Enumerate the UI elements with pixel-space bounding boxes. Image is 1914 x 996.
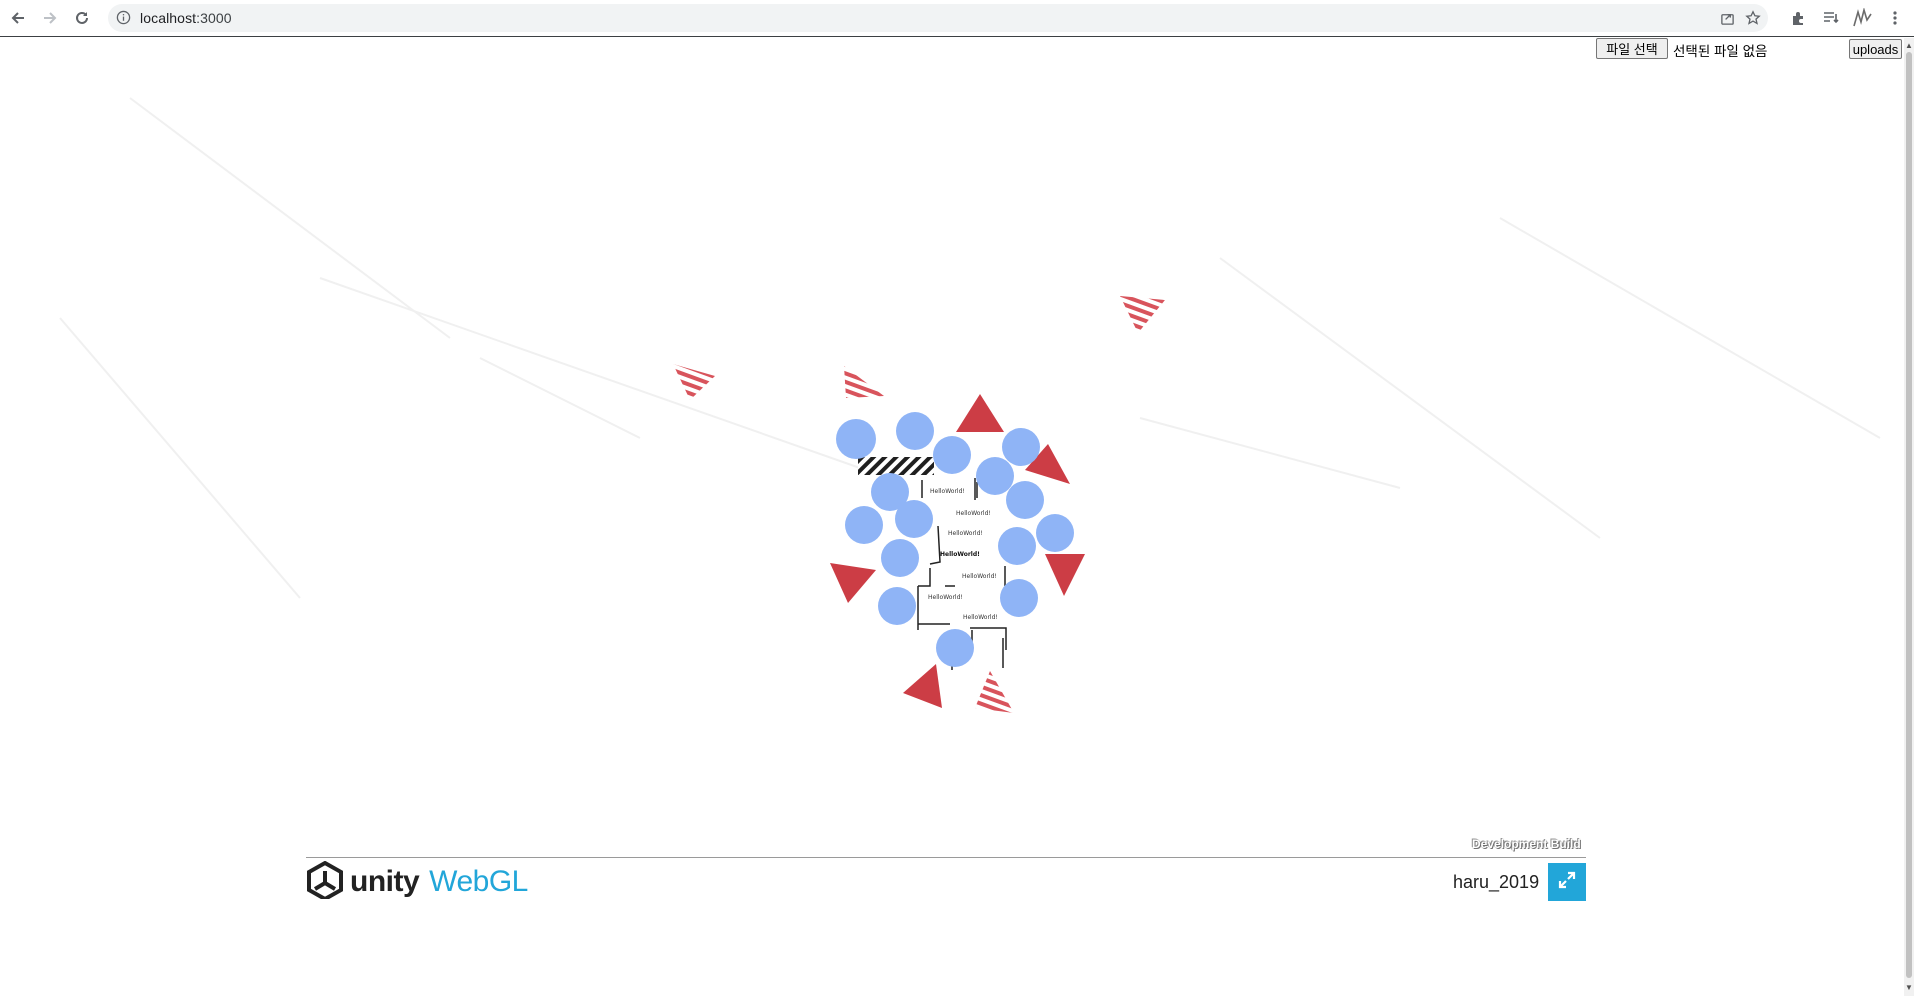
blue-circle bbox=[896, 412, 934, 450]
hello-label: HelloWorld! bbox=[963, 614, 998, 621]
scroll-down-icon[interactable]: ▼ bbox=[1904, 982, 1914, 994]
red-triangle bbox=[903, 664, 942, 708]
blue-circles bbox=[836, 412, 1074, 667]
address-bar[interactable]: localhost:3000 bbox=[108, 4, 1768, 32]
striped-pennant bbox=[975, 671, 1014, 713]
webgl-wordmark: WebGL bbox=[429, 865, 528, 898]
blue-circle bbox=[845, 506, 883, 544]
blue-circle bbox=[1002, 428, 1040, 466]
unity-wordmark: unity bbox=[350, 865, 420, 898]
hello-label: HelloWorld! bbox=[948, 530, 983, 537]
fullscreen-button[interactable] bbox=[1548, 863, 1586, 901]
hello-label: HelloWorld! bbox=[928, 594, 963, 601]
menu-icon[interactable] bbox=[1882, 5, 1908, 31]
url-text: localhost:3000 bbox=[140, 10, 232, 26]
blue-circle bbox=[1006, 481, 1044, 519]
development-build-label: Development Build bbox=[1472, 837, 1581, 851]
info-icon[interactable] bbox=[116, 10, 131, 30]
unity-canvas[interactable]: HelloWorld! HelloWorld! HelloWorld! Hell… bbox=[0, 38, 1900, 858]
unity-cube-icon bbox=[306, 860, 344, 904]
scrollbar-thumb[interactable] bbox=[1906, 52, 1912, 978]
striped-pennant bbox=[673, 364, 715, 400]
browser-toolbar: localhost:3000 bbox=[0, 0, 1914, 37]
hello-label: HelloWorld! bbox=[940, 551, 980, 558]
game-title: haru_2019 bbox=[1453, 872, 1540, 892]
share-icon[interactable] bbox=[1716, 9, 1738, 27]
blue-circle bbox=[878, 587, 916, 625]
blue-circle bbox=[895, 500, 933, 538]
blue-circle bbox=[998, 527, 1036, 565]
unity-webgl-logo: unity WebGL bbox=[306, 860, 528, 904]
red-triangle bbox=[830, 563, 876, 603]
extensions-icon[interactable] bbox=[1785, 5, 1811, 31]
reload-icon[interactable] bbox=[68, 4, 96, 32]
forward-icon[interactable] bbox=[36, 4, 64, 32]
black-stripe-tape bbox=[858, 457, 934, 475]
blue-circle bbox=[836, 419, 876, 459]
blue-circle bbox=[976, 457, 1014, 495]
scroll-up-icon[interactable]: ▲ bbox=[1904, 40, 1914, 52]
blue-circle bbox=[881, 539, 919, 577]
background-strokes bbox=[59, 97, 1881, 599]
fullscreen-icon bbox=[1558, 871, 1576, 894]
profile-icon[interactable] bbox=[1850, 5, 1876, 31]
red-triangle bbox=[956, 394, 1004, 432]
hello-label: HelloWorld! bbox=[930, 488, 965, 495]
star-icon[interactable] bbox=[1742, 9, 1764, 27]
blue-circle bbox=[933, 436, 971, 474]
striped-pennant bbox=[844, 366, 884, 398]
hello-label: HelloWorld! bbox=[962, 573, 997, 580]
blue-circle bbox=[936, 629, 974, 667]
reading-list-icon[interactable] bbox=[1818, 5, 1844, 31]
blue-circle bbox=[1000, 579, 1038, 617]
blue-circle bbox=[1036, 514, 1074, 552]
red-triangle bbox=[1045, 554, 1085, 596]
back-icon[interactable] bbox=[4, 4, 32, 32]
striped-pennant bbox=[1120, 296, 1165, 333]
footer-divider bbox=[306, 857, 1586, 858]
hello-label: HelloWorld! bbox=[956, 510, 991, 517]
